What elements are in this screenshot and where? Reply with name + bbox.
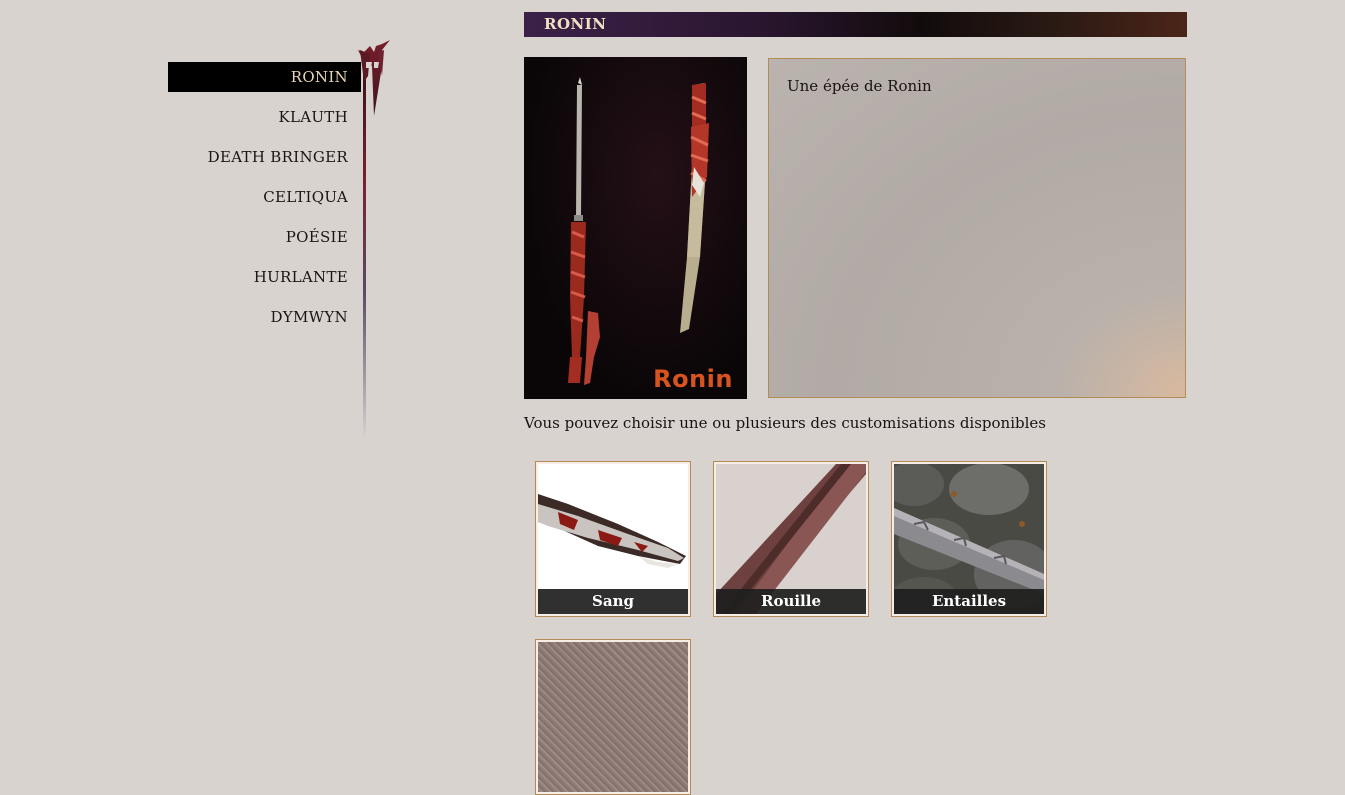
customization-entailles-image: Entailles: [894, 464, 1044, 614]
customization-rouille[interactable]: Rouille: [713, 461, 869, 617]
customization-sang-image: Sang: [538, 464, 688, 614]
sidebar-item-ronin[interactable]: RONIN: [168, 62, 361, 92]
customization-hint: Vous pouvez choisir une ou plusieurs des…: [524, 414, 1046, 432]
sidebar-item-celtiqua[interactable]: CELTIQUA: [168, 182, 361, 212]
nav-divider-line: [363, 70, 366, 440]
customization-extra[interactable]: [535, 639, 691, 795]
product-image: Ronin: [524, 57, 747, 399]
customization-sang-label: Sang: [538, 589, 688, 614]
customization-extra-image: [538, 642, 688, 792]
customization-rouille-label: Rouille: [716, 589, 866, 614]
description-box: Une épée de Ronin: [768, 58, 1186, 398]
sidebar-item-klauth[interactable]: KLAUTH: [168, 102, 361, 132]
sidebar-item-dymwyn[interactable]: DYMWYN: [168, 302, 361, 332]
emblem-icon[interactable]: [352, 6, 396, 116]
customization-entailles-label: Entailles: [894, 589, 1044, 614]
sidebar-item-poesie[interactable]: POÉSIE: [168, 222, 361, 252]
customization-rouille-image: Rouille: [716, 464, 866, 614]
brand-caption: Ronin: [653, 365, 733, 393]
sidebar-nav: RONIN KLAUTH DEATH BRINGER CELTIQUA POÉS…: [0, 0, 400, 669]
page-title: RONIN: [544, 15, 607, 33]
sidebar-item-death-bringer[interactable]: DEATH BRINGER: [168, 142, 361, 172]
product-description: Une épée de Ronin: [787, 77, 932, 95]
customization-entailles[interactable]: Entailles: [891, 461, 1047, 617]
sidebar-item-hurlante[interactable]: HURLANTE: [168, 262, 361, 292]
page-title-bar: RONIN: [524, 12, 1187, 37]
customization-sang[interactable]: Sang: [535, 461, 691, 617]
